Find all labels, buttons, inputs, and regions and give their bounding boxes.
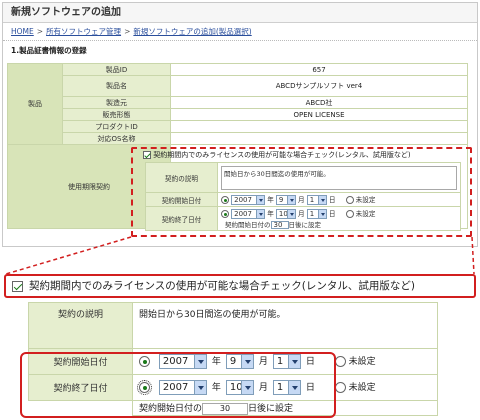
supported-os-value xyxy=(170,132,468,145)
product-group-label: 製品 xyxy=(7,63,63,145)
highlight-box xyxy=(131,147,472,237)
zoom-end-unset-radio[interactable] xyxy=(334,382,346,393)
zoom-end-unset-label: 未設定 xyxy=(348,383,376,393)
zoom-description-textarea[interactable]: 開始日から30日間迄の使用が可能。 xyxy=(132,302,438,349)
zoom-description-label: 契約の説明 xyxy=(28,302,133,349)
product-key-value xyxy=(170,120,468,133)
supported-os-label: 対応OS名称 xyxy=(62,132,171,145)
zoomed-view: 契約期間内でのみライセンスの使用が可能な場合チェック(レンタル、試用版など) 契… xyxy=(4,274,476,420)
zoom-usage-checkbox-row[interactable]: 契約期間内でのみライセンスの使用が可能な場合チェック(レンタル、試用版など) xyxy=(4,274,476,298)
sales-form-label: 販売形態 xyxy=(62,108,171,121)
zoom-usage-checkbox-label: 契約期間内でのみライセンスの使用が可能な場合チェック(レンタル、試用版など) xyxy=(29,280,415,292)
zoom-start-unset-label: 未設定 xyxy=(348,357,376,367)
manufacturer-value: ABCD社 xyxy=(170,96,468,109)
breadcrumb-home-link[interactable]: HOME xyxy=(11,27,34,36)
breadcrumb-software-mgmt-link[interactable]: 所有ソフトウェア管理 xyxy=(46,27,121,36)
breadcrumb-current-link[interactable]: 新規ソフトウェアの追加(製品選択) xyxy=(133,27,251,36)
breadcrumb: HOME > 所有ソフトウェア管理 > 新規ソフトウェアの追加(製品選択) xyxy=(3,23,477,41)
product-name-label: 製品名 xyxy=(62,75,171,97)
breadcrumb-separator: > xyxy=(124,27,131,36)
product-key-label: プロダクトID xyxy=(62,120,171,133)
breadcrumb-separator: > xyxy=(36,27,44,36)
manufacturer-label: 製造元 xyxy=(62,96,171,109)
product-id-value: 657 xyxy=(170,63,468,76)
highlight-box xyxy=(20,352,336,418)
window-title: 新規ソフトウェアの追加 xyxy=(3,3,477,23)
sales-form-value: OPEN LICENSE xyxy=(170,108,468,121)
zoom-start-unset-radio[interactable] xyxy=(334,356,346,367)
product-id-label: 製品ID xyxy=(62,63,171,76)
zoom-usage-checkbox[interactable] xyxy=(12,280,23,292)
section-title: 1.製品証書情報の登録 xyxy=(11,46,87,55)
product-name-value: ABCDサンプルソフト ver4 xyxy=(170,75,468,97)
